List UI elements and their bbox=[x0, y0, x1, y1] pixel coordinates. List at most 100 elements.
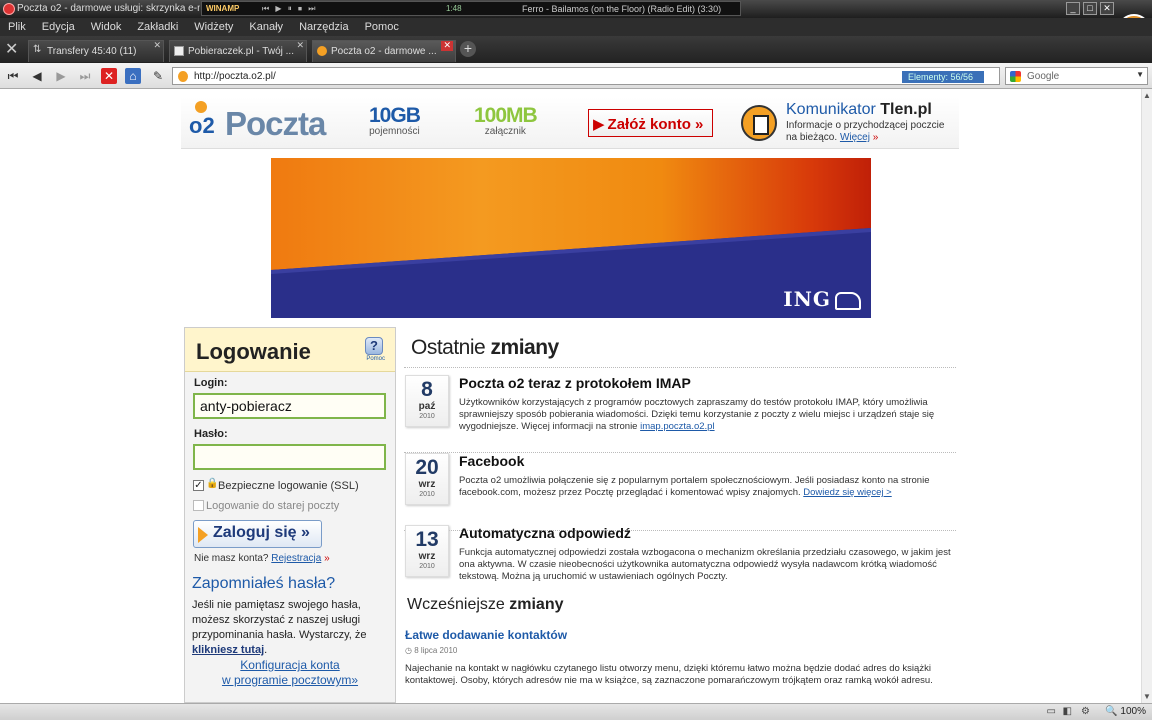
menu-kanaly[interactable]: Kanały bbox=[249, 21, 283, 33]
tab-close-icon[interactable]: ✕ bbox=[441, 41, 453, 51]
login-header: Logowanie ? Pomoc bbox=[185, 328, 395, 372]
login-button[interactable]: Zaloguj się » bbox=[193, 520, 322, 548]
search-placeholder: Google bbox=[1027, 71, 1060, 82]
lion-icon bbox=[835, 292, 861, 310]
settings-icon[interactable]: ⚙ bbox=[1081, 706, 1090, 717]
tab-transfers[interactable]: ⇅ Transfery 45:40 (11) ✕ bbox=[28, 40, 164, 62]
menu-bar: Plik Edycja Widok Zakładki Widżety Kanał… bbox=[0, 18, 1152, 36]
o2-favicon-icon bbox=[178, 71, 188, 82]
no-account-label: Nie masz konta? bbox=[194, 553, 269, 564]
winamp-controls-icon[interactable]: ⏮ ▶ ⏸ ⏹ ⏭ bbox=[262, 4, 317, 14]
config-link[interactable]: Konfiguracja konta w programie pocztowym… bbox=[185, 658, 395, 688]
forward-icon[interactable]: ▶ bbox=[53, 68, 69, 84]
clock-icon: ◷ bbox=[405, 646, 415, 655]
date-day: 13 bbox=[415, 528, 439, 551]
view-icon[interactable]: ◧ bbox=[1063, 706, 1072, 717]
signup-button[interactable]: ▶ Załóż konto » bbox=[588, 109, 713, 137]
attachment-stat: 100MB załącznik bbox=[474, 104, 538, 137]
menu-widzety[interactable]: Widżety bbox=[194, 21, 233, 33]
close-icon[interactable]: ✕ bbox=[1100, 2, 1114, 15]
date-year: 2010 bbox=[419, 413, 435, 420]
minimize-icon[interactable]: _ bbox=[1066, 2, 1080, 15]
tlen-title-a: Komunikator bbox=[786, 101, 881, 118]
arrow-right-icon: ▶ bbox=[593, 116, 605, 133]
tlen-more-link[interactable]: Więcej bbox=[840, 132, 870, 143]
home-icon[interactable]: ⌂ bbox=[125, 68, 141, 84]
menu-pomoc[interactable]: Pomoc bbox=[365, 21, 399, 33]
menu-plik[interactable]: Plik bbox=[8, 21, 26, 33]
page-icon bbox=[174, 46, 184, 56]
fast-forward-icon[interactable]: ⏭ bbox=[77, 68, 93, 84]
tlen-title-b: Tlen.pl bbox=[880, 101, 932, 118]
back-icon[interactable]: ◀ bbox=[29, 68, 45, 84]
vertical-scrollbar[interactable]: ▲ ▼ bbox=[1141, 89, 1152, 703]
date-month: wrz bbox=[418, 479, 436, 490]
search-field[interactable]: Google ▼ bbox=[1005, 67, 1148, 85]
window-title: Poczta o2 - darmowe usługi: skrzynka e-m… bbox=[17, 3, 200, 14]
poczta-logo[interactable]: Poczta bbox=[225, 105, 326, 143]
tab-close-icon[interactable]: ✕ bbox=[153, 41, 161, 51]
forgot-password-link[interactable]: klikniesz tutaj bbox=[192, 644, 264, 656]
register-link[interactable]: Rejestracja bbox=[271, 553, 321, 564]
earlier-heading: Wcześniejsze zmiany bbox=[407, 596, 564, 614]
address-bar[interactable]: http://poczta.o2.pl/ bbox=[172, 67, 1000, 85]
tlen-icon[interactable] bbox=[741, 105, 777, 141]
google-icon bbox=[1010, 71, 1021, 82]
ing-logo: ING bbox=[783, 287, 831, 311]
password-input[interactable] bbox=[193, 444, 386, 470]
lock-icon: 🔒 bbox=[206, 478, 219, 489]
imap-link[interactable]: imap.poczta.o2.pl bbox=[640, 421, 714, 432]
new-tab-button[interactable]: + bbox=[460, 41, 476, 57]
menu-narzedzia[interactable]: Narzędzia bbox=[299, 21, 349, 33]
no-account-text: Nie masz konta? Rejestracja » bbox=[194, 553, 330, 564]
panel-toggle-icon[interactable]: ✕ bbox=[5, 39, 23, 58]
tab-poczta[interactable]: Poczta o2 - darmowe ... ✕ bbox=[312, 40, 456, 62]
tlen-description: Informacje o przychodzącej poczcie na bi… bbox=[786, 120, 956, 144]
menu-zakladki[interactable]: Zakładki bbox=[137, 21, 178, 33]
o2-logo[interactable]: o2 bbox=[189, 113, 215, 139]
capacity-value: 10GB bbox=[369, 104, 421, 127]
login-input[interactable] bbox=[193, 393, 386, 419]
news-title: Facebook bbox=[459, 453, 525, 469]
date-badge: 20 wrz 2010 bbox=[405, 453, 449, 505]
attachment-value: 100MB bbox=[474, 104, 538, 127]
stop-icon[interactable]: ✕ bbox=[101, 68, 117, 84]
config-line-2: w programie pocztowym» bbox=[221, 673, 359, 687]
learn-more-link[interactable]: Dowiedz się więcej > bbox=[803, 487, 891, 498]
old-mail-checkbox[interactable] bbox=[193, 500, 204, 511]
ing-banner[interactable]: ING bbox=[271, 158, 871, 318]
rewind-icon[interactable]: ⏮ bbox=[5, 68, 21, 84]
menu-edycja[interactable]: Edycja bbox=[42, 21, 75, 33]
help-label[interactable]: Pomoc bbox=[366, 356, 385, 362]
chevron-down-icon[interactable]: ▼ bbox=[1136, 70, 1144, 79]
forgot-text-body: Jeśli nie pamiętasz swojego hasła, możes… bbox=[192, 599, 367, 641]
scroll-up-icon[interactable]: ▲ bbox=[1143, 91, 1151, 100]
date-year: 2010 bbox=[419, 491, 435, 498]
winamp-bar[interactable]: WINAMP ⏮ ▶ ⏸ ⏹ ⏭ 1:48 Ferro - Bailamos (… bbox=[201, 1, 741, 16]
help-icon[interactable]: ? bbox=[365, 337, 383, 355]
tab-label: Pobieraczek.pl - Twój ... bbox=[188, 46, 294, 57]
menu-widok[interactable]: Widok bbox=[91, 21, 122, 33]
tab-close-icon[interactable]: ✕ bbox=[296, 41, 304, 51]
date-month: wrz bbox=[418, 551, 436, 562]
login-title: Logowanie bbox=[196, 339, 311, 364]
recent-heading-b: zmiany bbox=[490, 336, 560, 359]
forgot-password-title[interactable]: Zapomniałeś hasła? bbox=[192, 575, 335, 593]
recent-heading: Ostatnie zmiany bbox=[411, 336, 559, 360]
wand-icon[interactable]: ✎ bbox=[150, 68, 166, 84]
panel-icon[interactable]: ▭ bbox=[1047, 706, 1056, 717]
scroll-down-icon[interactable]: ▼ bbox=[1143, 692, 1151, 701]
tab-pobieraczek[interactable]: Pobieraczek.pl - Twój ... ✕ bbox=[169, 40, 307, 62]
news-text: Użytkowników korzystających z programów … bbox=[459, 397, 956, 433]
status-bar: ▭ ◧ ⚙ 🔍 100% bbox=[0, 703, 1152, 720]
maximize-icon[interactable]: □ bbox=[1083, 2, 1097, 15]
winamp-track: Ferro - Bailamos (on the Floor) (Radio E… bbox=[522, 4, 722, 14]
capacity-label: pojemności bbox=[369, 126, 420, 137]
capacity-stat: 10GB pojemności bbox=[369, 104, 421, 137]
date-year: 2010 bbox=[419, 563, 435, 570]
zoom-value: 100% bbox=[1120, 706, 1146, 717]
date-month: paź bbox=[418, 401, 436, 412]
earlier-item-link[interactable]: Łatwe dodawanie kontaktów bbox=[405, 628, 567, 642]
ssl-checkbox[interactable]: ✓ bbox=[193, 480, 204, 491]
zoom-level[interactable]: 🔍 100% bbox=[1105, 706, 1146, 717]
